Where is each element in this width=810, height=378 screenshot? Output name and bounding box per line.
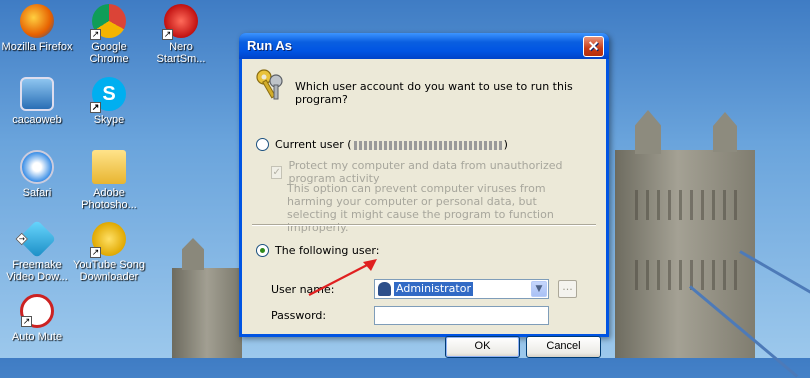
shortcut-arrow-icon: ↗ — [15, 232, 28, 246]
shortcut-arrow-icon: ↗ — [21, 316, 32, 327]
current-user-label: Current user () — [275, 138, 508, 151]
chevron-down-icon[interactable]: ▼ — [531, 281, 547, 297]
desktop-icon-youtube-song-downloader[interactable]: ↗ YouTube Song Downloader — [69, 222, 149, 283]
tower-windows — [627, 260, 743, 290]
auto-mute-icon: ↗ — [20, 294, 54, 328]
freemake-icon: ↗ — [15, 219, 57, 259]
desktop-icon-firefox[interactable]: Mozilla Firefox — [0, 4, 77, 53]
run-as-dialog: Run As ✕ Which user account do you want … — [239, 33, 609, 358]
close-button[interactable]: ✕ — [583, 36, 604, 57]
bridge-tower-right — [615, 150, 755, 358]
nero-icon: ↗ — [162, 4, 198, 40]
protect-description: This option can prevent computer viruses… — [287, 182, 554, 234]
ok-button[interactable]: OK — [445, 336, 520, 358]
browse-users-button[interactable]: ... — [558, 280, 577, 298]
dialog-title: Run As — [247, 38, 293, 53]
youtube-downloader-icon: ↗ — [90, 222, 126, 258]
shortcut-arrow-icon: ↗ — [90, 29, 101, 40]
following-user-radio[interactable] — [256, 244, 269, 257]
desktop-icon-adobe-photoshop[interactable]: Adobe Photosho... — [69, 150, 149, 211]
chrome-icon: ↗ — [90, 4, 126, 40]
dialog-content: Which user account do you want to use to… — [242, 59, 606, 358]
username-label: User name: — [271, 283, 335, 296]
bridge-tower-left — [172, 268, 242, 358]
username-combobox[interactable]: Administrator ▼ — [374, 279, 549, 299]
desktop-icon-auto-mute[interactable]: ↗ Auto Mute — [0, 294, 77, 343]
password-label: Password: — [271, 309, 327, 322]
cacaoweb-icon — [20, 77, 54, 111]
shortcut-arrow-icon: ↗ — [162, 29, 173, 40]
bridge-cable — [689, 285, 799, 378]
following-user-label: The following user: — [275, 244, 380, 257]
tower-windows — [627, 190, 743, 220]
following-user-option[interactable]: The following user: — [256, 244, 379, 257]
desktop-icon-cacaoweb[interactable]: cacaoweb — [0, 77, 77, 126]
redacted-username — [353, 140, 504, 150]
firefox-icon — [20, 4, 54, 38]
dialog-separator — [252, 224, 596, 226]
safari-icon — [20, 150, 54, 184]
user-icon — [378, 282, 391, 296]
dialog-titlebar[interactable]: Run As ✕ — [239, 33, 609, 59]
desktop-icon-freemake[interactable]: ↗ Freemake Video Dow... — [0, 219, 77, 283]
protect-checkbox: ✓ — [271, 165, 283, 179]
current-user-option[interactable]: Current user () — [256, 138, 508, 151]
password-field[interactable] — [374, 306, 549, 325]
username-value: Administrator — [394, 282, 473, 296]
folder-icon — [92, 150, 126, 184]
desktop-icon-skype[interactable]: S ↗ Skype — [69, 77, 149, 126]
cancel-button[interactable]: Cancel — [526, 336, 601, 358]
bridge-cable — [739, 250, 810, 303]
skype-icon: S ↗ — [90, 77, 126, 113]
desktop-icon-nero[interactable]: ↗ Nero StartSm... — [141, 4, 221, 65]
shortcut-arrow-icon: ↗ — [90, 102, 101, 113]
desktop-icon-chrome[interactable]: ↗ Google Chrome — [69, 4, 149, 65]
shortcut-arrow-icon: ↗ — [90, 247, 101, 258]
current-user-radio[interactable] — [256, 138, 269, 151]
dialog-question: Which user account do you want to use to… — [295, 80, 573, 106]
keys-icon — [256, 69, 283, 100]
desktop-icon-safari[interactable]: Safari — [0, 150, 77, 199]
